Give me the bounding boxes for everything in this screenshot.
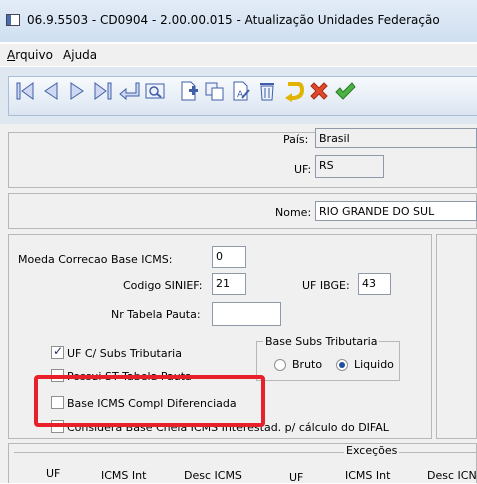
liquido-label: Liquido [354, 358, 394, 371]
toolbar: A [0, 67, 477, 125]
excecoes-title: Exceções [344, 444, 400, 457]
uf-field[interactable]: RS [315, 155, 384, 178]
search-icon[interactable] [144, 80, 166, 102]
col-desc-icms-2: Desc ICN [427, 469, 477, 482]
liquido-radio[interactable] [336, 359, 348, 371]
copy-record-icon[interactable] [204, 80, 226, 102]
menu-ajuda[interactable]: Ajuda [63, 48, 97, 62]
ibge-label: UF IBGE: [302, 279, 350, 292]
menu-ajuda-label: uda [74, 48, 98, 62]
moeda-field[interactable]: 0 [212, 246, 246, 268]
nome-field[interactable]: RIO GRANDE DO SUL [315, 201, 477, 221]
pais-label: País: [283, 133, 309, 146]
bruto-label: Bruto [292, 358, 323, 371]
moeda-label: Moeda Correcao Base ICMS: [18, 253, 173, 266]
cancel-icon[interactable] [308, 80, 330, 102]
undo-icon[interactable] [282, 80, 304, 102]
ibge-field[interactable]: 43 [358, 273, 391, 295]
base-subs-title: Base Subs Tributaria [263, 335, 380, 348]
bruto-radio[interactable] [274, 359, 286, 371]
menu-bar: Arquivo Ajuda [0, 44, 477, 66]
menu-arquivo-accel: A [7, 48, 16, 62]
first-record-icon[interactable] [14, 80, 36, 102]
col-icms-int-1: ICMS Int [101, 469, 147, 482]
app-icon [6, 14, 20, 26]
col-uf-2: UF [289, 471, 304, 484]
sinief-label: Codigo SINIEF: [123, 279, 203, 292]
confirm-icon[interactable] [334, 80, 356, 102]
sinief-field[interactable]: 21 [212, 273, 246, 295]
col-uf-1: UF [46, 467, 61, 480]
pauta-field[interactable] [212, 302, 281, 326]
col-icms-int-2: ICMS Int [345, 469, 391, 482]
panel-excecoes [8, 443, 477, 483]
col-desc-icms-1: Desc ICMS [184, 469, 242, 482]
delete-record-icon[interactable] [256, 80, 278, 102]
window-titlebar: 06.9.5503 - CD0904 - 2.00.00.015 - Atual… [0, 0, 477, 42]
menu-arquivo[interactable]: Arquivo [7, 48, 53, 62]
panel-side [436, 234, 477, 439]
last-record-icon[interactable] [92, 80, 114, 102]
pauta-label: Nr Tabela Pauta: [111, 308, 201, 321]
subs-trib-checkbox[interactable] [51, 344, 64, 359]
nome-label: Nome: [275, 206, 312, 219]
highlight-box [34, 375, 265, 427]
prev-record-icon[interactable] [40, 80, 62, 102]
uf-label: UF: [294, 163, 312, 176]
edit-record-icon[interactable]: A [230, 80, 252, 102]
subs-trib-label: UF C/ Subs Tributaria [67, 347, 182, 360]
pais-field[interactable]: Brasil [315, 128, 477, 148]
new-record-icon[interactable] [178, 80, 200, 102]
menu-arquivo-label: rquivo [15, 48, 53, 62]
enter-icon[interactable] [118, 80, 140, 102]
excecoes-divider [14, 452, 477, 453]
next-record-icon[interactable] [66, 80, 88, 102]
menu-ajuda-first: A [63, 48, 72, 62]
window-title: 06.9.5503 - CD0904 - 2.00.00.015 - Atual… [27, 13, 440, 27]
svg-text:A: A [237, 90, 244, 100]
